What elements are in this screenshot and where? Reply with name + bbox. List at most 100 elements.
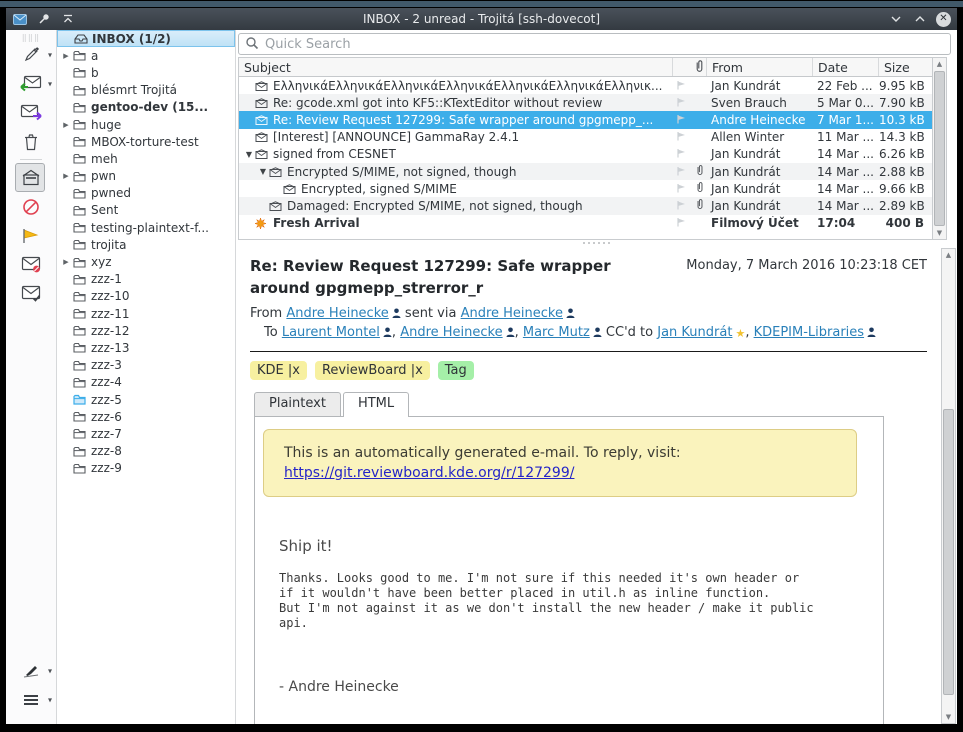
subject-text: Re: Review Request 127299: Safe wrapper …: [270, 113, 653, 127]
tag-kde[interactable]: KDE |x: [250, 361, 307, 380]
expander-icon[interactable]: ▶: [57, 172, 71, 180]
mark-read-button[interactable]: [8, 163, 54, 192]
tab-plaintext[interactable]: Plaintext: [254, 392, 341, 416]
message-row[interactable]: Re: gcode.xml got into KF5::KTextEditor …: [239, 94, 932, 111]
sidebar-item-zzz-3[interactable]: zzz-3: [57, 357, 235, 374]
column-header-subject[interactable]: Subject: [239, 58, 673, 76]
close-button[interactable]: ✕: [936, 12, 951, 27]
scrollbar-thumb[interactable]: [943, 409, 954, 695]
tag-tag[interactable]: Tag: [438, 361, 474, 380]
sent-via-link[interactable]: Andre Heinecke: [461, 306, 563, 321]
scroll-up-icon[interactable]: ▲: [933, 58, 946, 70]
message-row[interactable]: Damaged: Encrypted S/MIME, not signed, t…: [239, 197, 932, 214]
expander-icon[interactable]: ▶: [57, 52, 71, 60]
sidebar-item-pwned[interactable]: pwned: [57, 185, 235, 202]
expander-icon[interactable]: ▶: [57, 121, 71, 129]
scroll-down-icon[interactable]: ▼: [942, 711, 955, 723]
size-text: 6.26 kB: [879, 147, 933, 161]
menu-dropdown-arrow[interactable]: ▾: [48, 695, 52, 704]
spam-button[interactable]: [8, 192, 54, 221]
folder-label: trojita: [88, 238, 126, 252]
sidebar-item-bl-smrt-trojit-[interactable]: blésmrt Trojitá: [57, 82, 235, 99]
envelope-junk-icon: [20, 255, 42, 274]
pin-icon[interactable]: [36, 11, 52, 27]
sidebar-item-zzz-1[interactable]: zzz-1: [57, 271, 235, 288]
reply-button[interactable]: ▾: [8, 69, 54, 98]
mark-junk-button[interactable]: [8, 250, 54, 279]
compose-dropdown-arrow[interactable]: ▾: [48, 50, 52, 59]
folder-label: a: [88, 49, 98, 63]
sidebar-item-xyz[interactable]: ▶xyz: [57, 253, 235, 270]
delete-button[interactable]: [8, 127, 54, 156]
sidebar-item-testing-plaintext-f-[interactable]: testing-plaintext-f...: [57, 219, 235, 236]
viewer-scrollbar[interactable]: ▲ ▼: [941, 248, 956, 724]
column-header-attachment[interactable]: [673, 58, 707, 76]
recipient-link[interactable]: Marc Mutz: [523, 325, 590, 340]
sidebar-item-zzz-10[interactable]: zzz-10: [57, 288, 235, 305]
tab-html[interactable]: HTML: [343, 392, 409, 416]
recipient-link[interactable]: KDEPIM-Libraries: [754, 325, 864, 340]
sidebar-item-zzz-7[interactable]: zzz-7: [57, 425, 235, 442]
shade-window-icon[interactable]: [60, 11, 76, 27]
sidebar-item-trojita[interactable]: trojita: [57, 236, 235, 253]
mark-not-junk-button[interactable]: [8, 279, 54, 308]
sidebar-item-zzz-6[interactable]: zzz-6: [57, 408, 235, 425]
quick-search-input[interactable]: Quick Search: [238, 33, 951, 55]
subject-text: Fresh Arrival: [270, 216, 360, 230]
column-header-size[interactable]: Size: [879, 58, 932, 76]
message-row[interactable]: ▼signed from CESNETJan Kundrát14 Mar ...…: [239, 146, 932, 163]
reply-dropdown-arrow[interactable]: ▾: [48, 79, 52, 88]
message-list-scrollbar[interactable]: ▲ ▼: [932, 57, 947, 240]
menu-button[interactable]: ▾: [8, 685, 54, 714]
sidebar-item-zzz-8[interactable]: zzz-8: [57, 443, 235, 460]
sidebar-item-zzz-13[interactable]: zzz-13: [57, 339, 235, 356]
folder-icon: [71, 171, 88, 182]
message-row[interactable]: ΕλληνικάΕλληνικάΕλληνικάΕλληνικάΕλληνικά…: [239, 77, 932, 94]
recipient-link[interactable]: Andre Heinecke: [400, 325, 502, 340]
message-row[interactable]: [Interest] [ANNOUNCE] GammaRay 2.4.1Alle…: [239, 129, 932, 146]
scroll-up-icon[interactable]: ▲: [942, 249, 955, 261]
sidebar-item-b[interactable]: b: [57, 64, 235, 81]
sidebar-item-a[interactable]: ▶a: [57, 47, 235, 64]
date-text: 11 Mar ...: [813, 130, 879, 144]
sidebar-item-gentoo-dev-15-[interactable]: gentoo-dev (15...: [57, 99, 235, 116]
tag-reviewboard[interactable]: ReviewBoard |x: [315, 361, 430, 380]
forward-button[interactable]: [8, 98, 54, 127]
sidebar-item-zzz-12[interactable]: zzz-12: [57, 322, 235, 339]
minimize-button[interactable]: [888, 11, 904, 27]
sidebar-item-huge[interactable]: ▶huge: [57, 116, 235, 133]
recipient-link[interactable]: Laurent Montel: [282, 325, 380, 340]
folder-icon: [71, 102, 88, 113]
sidebar-item-sent[interactable]: Sent: [57, 202, 235, 219]
sidebar-item-zzz-5[interactable]: zzz-5: [57, 391, 235, 408]
marker-dropdown-arrow[interactable]: ▾: [48, 666, 52, 675]
list-viewer-splitter[interactable]: [576, 242, 616, 244]
sidebar-item-zzz-4[interactable]: zzz-4: [57, 374, 235, 391]
message-row[interactable]: Re: Review Request 127299: Safe wrapper …: [239, 111, 932, 128]
message-row[interactable]: Fresh ArrivalFilmový Účet17:04400 B: [239, 215, 932, 232]
thread-expander-icon[interactable]: ▼: [257, 167, 269, 176]
flag-button[interactable]: [8, 221, 54, 250]
sidebar-item-pwn[interactable]: ▶pwn: [57, 168, 235, 185]
from-text: Jan Kundrát: [707, 182, 813, 196]
review-link[interactable]: https://git.reviewboard.kde.org/r/127299…: [284, 465, 574, 481]
column-header-date[interactable]: Date: [813, 58, 879, 76]
sidebar-item-zzz-11[interactable]: zzz-11: [57, 305, 235, 322]
from-link[interactable]: Andre Heinecke: [286, 306, 388, 321]
from-text: Jan Kundrát: [707, 79, 813, 93]
marker-button[interactable]: ▾: [8, 656, 54, 685]
message-row[interactable]: ▼Encrypted S/MIME, not signed, thoughJan…: [239, 163, 932, 180]
column-header-from[interactable]: From: [707, 58, 813, 76]
recipient-link[interactable]: Jan Kundrát: [657, 325, 732, 340]
expander-icon[interactable]: ▶: [57, 258, 71, 266]
sidebar-item-zzz-9[interactable]: zzz-9: [57, 460, 235, 477]
sidebar-item-inbox-1-2-[interactable]: INBOX (1/2): [57, 30, 235, 47]
scrollbar-thumb[interactable]: [934, 71, 945, 226]
sidebar-item-meh[interactable]: meh: [57, 150, 235, 167]
thread-expander-icon[interactable]: ▼: [243, 150, 255, 159]
maximize-button[interactable]: [912, 11, 928, 27]
compose-button[interactable]: ▾: [8, 40, 54, 69]
sidebar-item-mbox-torture-test[interactable]: MBOX-torture-test: [57, 133, 235, 150]
scroll-down-icon[interactable]: ▼: [933, 227, 946, 239]
message-row[interactable]: Encrypted, signed S/MIMEJan Kundrát14 Ma…: [239, 180, 932, 197]
